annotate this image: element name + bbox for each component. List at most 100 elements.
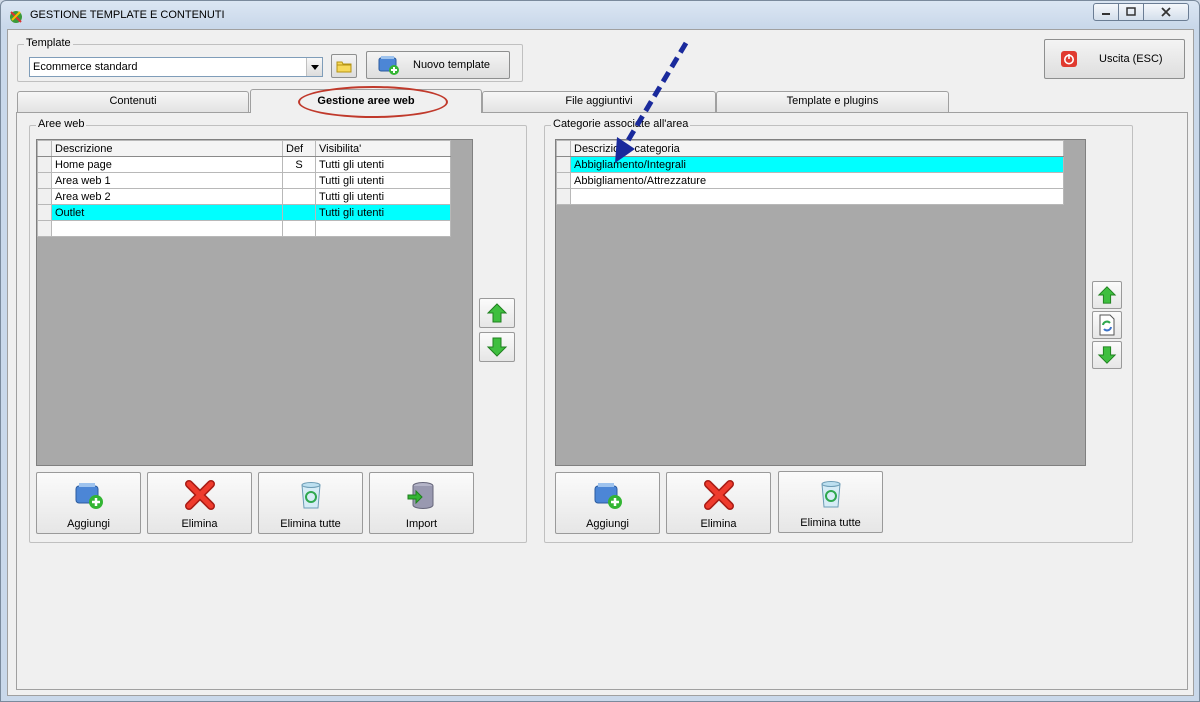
- recycle-bin-icon: [821, 481, 841, 508]
- template-select[interactable]: Ecommerce standard: [29, 57, 323, 77]
- delete-area-label: Elimina: [181, 518, 218, 530]
- refresh-document-icon: [1099, 314, 1115, 336]
- import-button[interactable]: Import: [369, 472, 474, 534]
- add-category-button[interactable]: Aggiungi: [555, 472, 660, 534]
- template-select-dropdown[interactable]: [306, 58, 322, 76]
- cell-visibilita[interactable]: Tutti gli utenti: [315, 188, 451, 205]
- table-row-new[interactable]: [556, 188, 1064, 205]
- column-header-def[interactable]: Def: [282, 140, 316, 157]
- cell-categoria[interactable]: Abbigliamento/Integrali: [570, 156, 1064, 173]
- import-label: Import: [405, 518, 438, 530]
- new-template-label: Nuovo template: [413, 59, 491, 71]
- new-template-icon: [378, 56, 399, 75]
- cell-empty[interactable]: [51, 220, 283, 237]
- row-indicator[interactable]: [37, 156, 52, 173]
- categorie-legend: Categorie associate all'area: [551, 118, 691, 130]
- table-row[interactable]: Abbigliamento/Attrezzature: [556, 172, 1064, 189]
- tab-panel: Aree web Descrizione Def Visibilita' Hom…: [16, 112, 1188, 690]
- new-template-button[interactable]: Nuovo template: [366, 51, 510, 79]
- row-indicator[interactable]: [556, 156, 571, 173]
- open-folder-button[interactable]: [331, 54, 357, 78]
- row-indicator[interactable]: [37, 172, 52, 189]
- restore-icon: [1126, 7, 1136, 16]
- category-move-down-button[interactable]: [1092, 341, 1122, 369]
- table-row[interactable]: Area web 2 Tutti gli utenti: [37, 188, 451, 205]
- table-row-selected[interactable]: Outlet Tutti gli utenti: [37, 204, 451, 221]
- row-indicator[interactable]: [37, 204, 52, 221]
- cell-empty[interactable]: [570, 188, 1064, 205]
- aree-web-table: Descrizione Def Visibilita' Home page S …: [37, 140, 451, 237]
- table-row-selected[interactable]: Abbigliamento/Integrali: [556, 156, 1064, 173]
- row-indicator[interactable]: [556, 172, 571, 189]
- row-indicator-header: [556, 140, 571, 157]
- aree-web-legend: Aree web: [36, 118, 87, 130]
- tab-contenuti-label: Contenuti: [109, 95, 157, 107]
- categorie-grid[interactable]: Descrizione categoria Abbigliamento/Inte…: [555, 139, 1086, 466]
- annotation-ellipse: [298, 86, 448, 118]
- category-refresh-button[interactable]: [1092, 311, 1122, 339]
- table-header-row: Descrizione Def Visibilita': [37, 140, 451, 157]
- maximize-button[interactable]: [1118, 3, 1144, 21]
- aree-web-grid[interactable]: Descrizione Def Visibilita' Home page S …: [36, 139, 473, 466]
- column-header-visibilita[interactable]: Visibilita': [315, 140, 451, 157]
- add-icon: [594, 483, 622, 509]
- delete-all-categories-button[interactable]: Elimina tutte: [778, 471, 883, 533]
- close-icon: [1161, 7, 1171, 17]
- table-row-new[interactable]: [37, 220, 451, 237]
- arrow-up-icon: [1097, 286, 1117, 304]
- minimize-icon: [1102, 13, 1110, 15]
- table-row[interactable]: Home page S Tutti gli utenti: [37, 156, 451, 173]
- row-indicator[interactable]: [556, 188, 571, 205]
- add-area-label: Aggiungi: [67, 518, 110, 530]
- delete-all-areas-button[interactable]: Elimina tutte: [258, 472, 363, 534]
- delete-icon: [185, 480, 215, 510]
- delete-all-categories-label: Elimina tutte: [800, 517, 861, 529]
- arrow-down-icon: [1097, 346, 1117, 364]
- cell-def[interactable]: [282, 204, 316, 221]
- chevron-down-icon: [310, 64, 319, 70]
- table-row[interactable]: Area web 1 Tutti gli utenti: [37, 172, 451, 189]
- cell-visibilita[interactable]: Tutti gli utenti: [315, 172, 451, 189]
- exit-label: Uscita (ESC): [1099, 53, 1163, 65]
- add-icon: [75, 483, 103, 509]
- column-header-descrizione[interactable]: Descrizione: [51, 140, 283, 157]
- category-move-up-button[interactable]: [1092, 281, 1122, 309]
- tab-contenuti[interactable]: Contenuti: [17, 91, 249, 112]
- move-up-button[interactable]: [479, 298, 515, 328]
- title-bar[interactable]: GESTIONE TEMPLATE E CONTENUTI: [1, 1, 1199, 29]
- tab-template-plugins[interactable]: Template e plugins: [716, 91, 949, 112]
- add-area-button[interactable]: Aggiungi: [36, 472, 141, 534]
- folder-icon: [336, 61, 352, 73]
- row-indicator[interactable]: [37, 220, 52, 237]
- delete-area-button[interactable]: Elimina: [147, 472, 252, 534]
- cell-descrizione[interactable]: Area web 2: [51, 188, 283, 205]
- cell-categoria[interactable]: Abbigliamento/Attrezzature: [570, 172, 1064, 189]
- power-icon: [1061, 51, 1077, 67]
- delete-icon: [704, 480, 734, 510]
- categorie-table: Descrizione categoria Abbigliamento/Inte…: [556, 140, 1064, 205]
- cell-def[interactable]: [282, 172, 316, 189]
- cell-visibilita[interactable]: Tutti gli utenti: [315, 204, 451, 221]
- client-area: Template Ecommerce standard Nuovo templa…: [7, 29, 1194, 696]
- tab-file-aggiuntivi-label: File aggiuntivi: [565, 95, 633, 107]
- column-header-descrizione-categoria[interactable]: Descrizione categoria: [570, 140, 1064, 157]
- cell-empty[interactable]: [315, 220, 451, 237]
- delete-category-button[interactable]: Elimina: [666, 472, 771, 534]
- cell-def[interactable]: [282, 188, 316, 205]
- cell-descrizione[interactable]: Home page: [51, 156, 283, 173]
- close-button[interactable]: [1143, 3, 1189, 21]
- minimize-button[interactable]: [1093, 3, 1119, 21]
- cell-visibilita[interactable]: Tutti gli utenti: [315, 156, 451, 173]
- cell-empty[interactable]: [282, 220, 316, 237]
- row-indicator-header: [37, 140, 52, 157]
- tab-file-aggiuntivi[interactable]: File aggiuntivi: [482, 91, 716, 112]
- exit-button[interactable]: Uscita (ESC): [1044, 39, 1185, 79]
- cell-descrizione[interactable]: Outlet: [51, 204, 283, 221]
- app-icon: [10, 11, 22, 23]
- row-indicator[interactable]: [37, 188, 52, 205]
- tab-template-plugins-label: Template e plugins: [786, 95, 879, 107]
- move-down-button[interactable]: [479, 332, 515, 362]
- window-title: GESTIONE TEMPLATE E CONTENUTI: [30, 9, 225, 21]
- cell-descrizione[interactable]: Area web 1: [51, 172, 283, 189]
- cell-def[interactable]: S: [282, 156, 316, 173]
